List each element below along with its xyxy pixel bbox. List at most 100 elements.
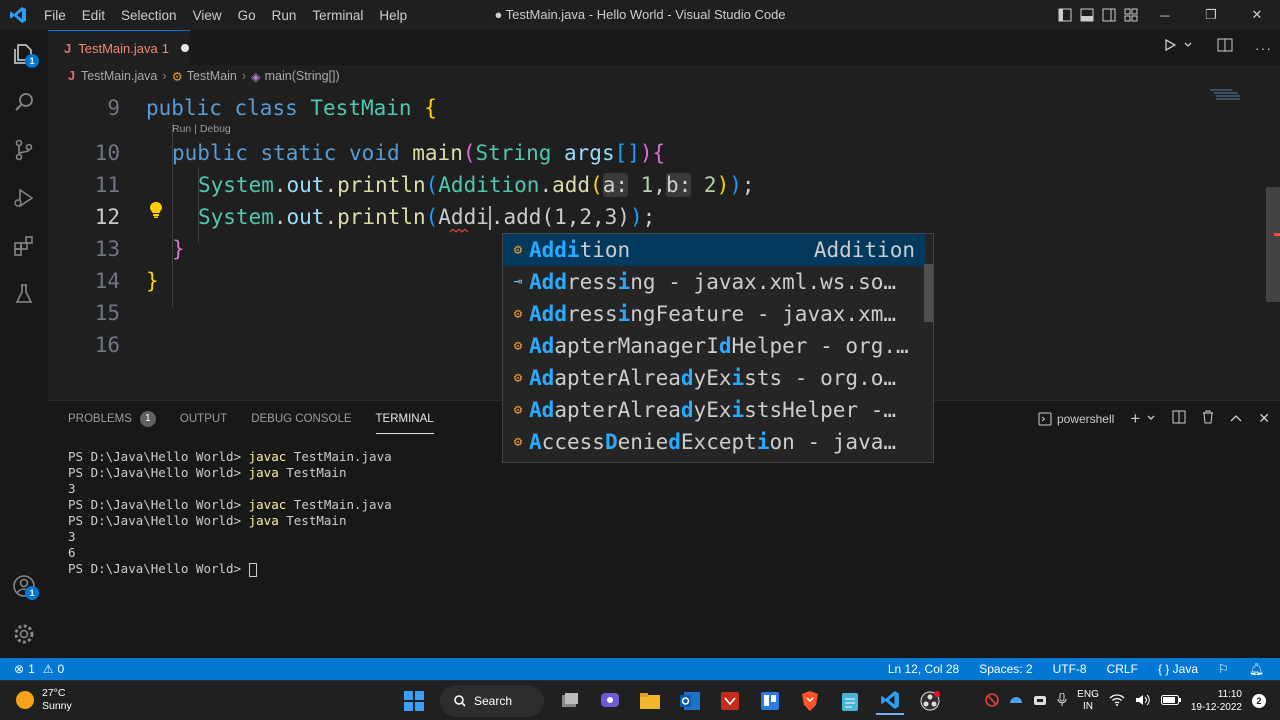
run-dropdown-chevron-icon[interactable] xyxy=(1183,38,1193,57)
customize-layout-icon[interactable] xyxy=(1120,0,1142,30)
menu-view[interactable]: View xyxy=(185,8,230,23)
run-and-debug-icon[interactable] xyxy=(0,174,48,222)
suggestion-label: AdapterManagerIdHelper - org.… xyxy=(529,334,909,358)
suggestion-item[interactable]: ⚙ AdapterAlreadyExists - org.o… xyxy=(503,362,925,394)
outlook-icon[interactable] xyxy=(676,687,704,715)
suggestion-item-selected[interactable]: ⚙ Addition Addition xyxy=(503,234,925,266)
menu-selection[interactable]: Selection xyxy=(113,8,185,23)
breadcrumb-class[interactable]: TestMain xyxy=(187,69,237,83)
weather-widget[interactable]: 27°C Sunny xyxy=(16,687,72,713)
lightbulb-quick-fix-icon[interactable] xyxy=(148,201,164,219)
breadcrumb-file[interactable]: TestMain.java xyxy=(81,69,157,83)
weather-condition: Sunny xyxy=(42,700,72,712)
encoding[interactable]: UTF-8 xyxy=(1053,662,1087,676)
terminal-output[interactable]: PS D:\Java\Hello World> javac TestMain.j… xyxy=(68,449,392,577)
minimap[interactable] xyxy=(1210,87,1240,103)
class-symbol-icon: ⚙ xyxy=(171,69,183,84)
parameter-hint-a: a: xyxy=(602,173,628,197)
terminal-profile[interactable]: powershell xyxy=(1038,412,1114,426)
accounts-icon[interactable]: 1 xyxy=(0,562,48,610)
settings-gear-icon[interactable] xyxy=(0,610,48,658)
volume-icon[interactable] xyxy=(1135,694,1151,709)
search-icon[interactable] xyxy=(0,78,48,126)
run-debug-codelens[interactable]: Run | Debug xyxy=(172,123,231,135)
cursor-position[interactable]: Ln 12, Col 28 xyxy=(888,662,959,676)
unsaved-dot-icon[interactable] xyxy=(180,44,189,52)
more-actions-icon[interactable]: ··· xyxy=(1255,40,1272,56)
file-explorer-icon[interactable] xyxy=(636,687,664,715)
split-editor-icon[interactable] xyxy=(1217,38,1233,57)
suggestion-item[interactable]: ⚙ AddressingFeature - javax.xm… xyxy=(503,298,925,330)
menu-edit[interactable]: Edit xyxy=(74,8,113,23)
new-terminal-plus-icon[interactable]: + xyxy=(1130,409,1140,429)
terminal-dropdown-chevron-icon[interactable] xyxy=(1146,412,1156,426)
autocomplete-suggestions: ⚙ Addition Addition ⊸ Addressing - javax… xyxy=(502,233,934,463)
end-of-line[interactable]: CRLF xyxy=(1107,662,1138,676)
windows-start-icon[interactable] xyxy=(400,687,428,715)
clock[interactable]: 11:10 19-12-2022 xyxy=(1191,688,1242,714)
tab-terminal[interactable]: TERMINAL xyxy=(375,401,434,436)
breadcrumb-separator-icon: › xyxy=(241,69,246,83)
language-mode[interactable]: { } Java xyxy=(1158,662,1198,676)
brave-browser-icon[interactable] xyxy=(796,687,824,715)
feedback-icon[interactable]: ⚐ xyxy=(1218,662,1229,676)
battery-icon[interactable] xyxy=(1160,694,1181,708)
task-view-icon[interactable] xyxy=(556,687,584,715)
app-red-icon[interactable] xyxy=(716,687,744,715)
line-number: 9 xyxy=(107,96,120,120)
close-window-button[interactable]: ✕ xyxy=(1234,0,1280,30)
status-bar: ⊗ 1 ⚠ 0 Ln 12, Col 28 Spaces: 2 UTF-8 CR… xyxy=(0,658,1280,680)
code-text: } xyxy=(172,237,185,261)
suggestion-item[interactable]: ⊸ Addressing - javax.xml.ws.so… xyxy=(503,266,925,298)
tray-app-icon[interactable] xyxy=(1009,693,1023,710)
maximize-button[interactable]: ❐ xyxy=(1188,0,1234,30)
tray-app-icon[interactable] xyxy=(1033,693,1047,710)
maximize-panel-chevron-up-icon[interactable] xyxy=(1230,412,1242,426)
menu-help[interactable]: Help xyxy=(371,8,415,23)
indentation[interactable]: Spaces: 2 xyxy=(979,662,1032,676)
menu-run[interactable]: Run xyxy=(264,8,305,23)
toggle-primary-sidebar-icon[interactable] xyxy=(1054,0,1076,30)
suggestion-item[interactable]: ⚙ AdapterManagerIdHelper - org.… xyxy=(503,330,925,362)
tab-problems[interactable]: PROBLEMS 1 xyxy=(68,401,156,436)
toggle-secondary-sidebar-icon[interactable] xyxy=(1098,0,1120,30)
testing-flask-icon[interactable] xyxy=(0,270,48,318)
extensions-icon[interactable] xyxy=(0,222,48,270)
explorer-icon[interactable]: 1 xyxy=(0,30,48,78)
obs-recording-icon[interactable] xyxy=(916,687,944,715)
menu-file[interactable]: File xyxy=(36,8,74,23)
notification-count[interactable]: 2 xyxy=(1252,694,1266,708)
input-language[interactable]: ENG IN xyxy=(1077,689,1099,713)
class-icon: ⚙ xyxy=(513,338,523,354)
tab-testmain-java[interactable]: J TestMain.java 1 xyxy=(48,30,190,65)
minimize-button[interactable]: ─ xyxy=(1142,0,1188,30)
vscode-taskbar-icon[interactable] xyxy=(876,687,904,715)
suggestion-item[interactable]: ⚙ AdapterAlreadyExistsHelper -… xyxy=(503,394,925,426)
close-panel-icon[interactable]: ✕ xyxy=(1258,410,1270,427)
split-terminal-icon[interactable] xyxy=(1172,410,1186,427)
menu-terminal[interactable]: Terminal xyxy=(304,8,371,23)
run-java-play-icon[interactable] xyxy=(1163,38,1177,57)
warning-icon: ⚠ xyxy=(42,662,54,676)
tab-debug-console[interactable]: DEBUG CONSOLE xyxy=(251,401,351,436)
tab-output[interactable]: OUTPUT xyxy=(180,401,227,436)
notifications-bell-icon[interactable]: 🔔︎ xyxy=(1249,662,1264,676)
tray-app-icon[interactable] xyxy=(985,692,999,710)
breadcrumb-method[interactable]: main(String[]) xyxy=(265,69,340,83)
source-control-icon[interactable] xyxy=(0,126,48,174)
toggle-panel-icon[interactable] xyxy=(1076,0,1098,30)
suggestions-scrollbar[interactable] xyxy=(924,264,933,322)
wifi-icon[interactable] xyxy=(1109,693,1125,709)
trello-icon[interactable] xyxy=(756,687,784,715)
line-number: 14 xyxy=(94,269,120,293)
editor-scrollbar[interactable] xyxy=(1266,187,1280,302)
java-file-icon: J xyxy=(64,40,72,56)
taskbar-search[interactable]: Search xyxy=(440,685,544,717)
teams-chat-icon[interactable] xyxy=(596,687,624,715)
kill-terminal-trash-icon[interactable] xyxy=(1202,410,1214,427)
menu-go[interactable]: Go xyxy=(230,8,264,23)
problems-status[interactable]: ⊗ 1 ⚠ 0 xyxy=(14,658,64,680)
suggestion-item[interactable]: ⚙ AccessDeniedException - java… xyxy=(503,426,925,458)
notepad-icon[interactable] xyxy=(836,687,864,715)
microphone-icon[interactable] xyxy=(1057,692,1067,710)
